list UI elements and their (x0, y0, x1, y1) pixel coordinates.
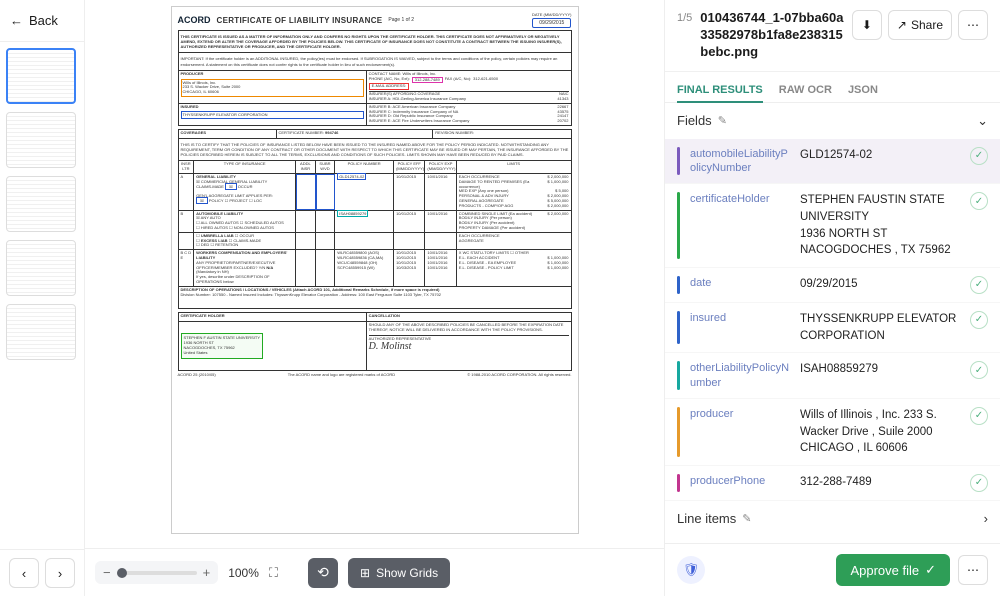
more-icon: ⋯ (967, 18, 979, 32)
lineitems-section-header[interactable]: Line items ✎ (665, 501, 1000, 536)
field-value: GLD12574-02 (800, 147, 960, 164)
check-icon: ✓ (925, 562, 936, 578)
thumbnail-1[interactable] (6, 48, 76, 104)
field-row-insured[interactable]: insured THYSSENKRUPP ELEVATOR CORPORATIO… (665, 303, 1000, 353)
field-key: producer (690, 407, 790, 421)
thumbnail-strip (0, 42, 84, 549)
prev-page-button[interactable] (9, 558, 39, 588)
certholder-label: CERTIFICATE HOLDER (181, 313, 225, 318)
document-viewport[interactable]: ACORD CERTIFICATE OF LIABILITY INSURANCE… (85, 0, 664, 548)
field-value: ISAH08859279 (800, 361, 960, 378)
shield-icon: 🛡 (677, 556, 705, 584)
chevron-right-icon (984, 511, 988, 526)
next-page-button[interactable] (45, 558, 75, 588)
back-label: Back (29, 13, 58, 28)
file-name: 010436744_1-07bba60a33582978b1fa8e238315… (700, 10, 844, 61)
doc-title: CERTIFICATE OF LIABILITY INSURANCE (217, 16, 383, 26)
zoom-level: 100% (228, 566, 259, 580)
grid-icon: ⊞ (360, 566, 370, 580)
tab-json[interactable]: JSON (848, 78, 878, 102)
field-row-producer-phone[interactable]: producerPhone 312-288-7489 ✓ (665, 466, 1000, 501)
check-icon[interactable]: ✓ (970, 311, 988, 329)
share-icon: ↗ (897, 18, 907, 32)
viewer-toolbar: − + 100% ⛶ ⟲ ⊞ Show Grids (85, 548, 664, 596)
coverages-blurb: THIS IS TO CERTIFY THAT THE POLICIES OF … (179, 141, 571, 159)
zoom-slider[interactable] (117, 571, 197, 575)
chevron-down-icon (977, 113, 988, 129)
field-key: date (690, 276, 790, 290)
field-row-producer[interactable]: producer Wills of Illinois , Inc. 233 S.… (665, 399, 1000, 466)
fullscreen-button[interactable]: ⛶ (269, 565, 278, 581)
check-icon[interactable]: ✓ (970, 147, 988, 165)
thumbnail-5[interactable] (6, 304, 76, 360)
footer-more-button[interactable]: ⋯ (958, 555, 988, 585)
fields-section-header[interactable]: Fields ✎ (665, 103, 1000, 139)
certholder-block: STEPHEN F AUSTIN STATE UNIVERSITY1936 NO… (181, 333, 264, 358)
approve-label: Approve file (850, 563, 919, 578)
producer-block: Wills of Illinois, Inc. 233 S. Wacker Dr… (181, 79, 364, 97)
field-value: 09/29/2015 (800, 276, 960, 293)
field-key: certificateHolder (690, 192, 790, 206)
field-key: insured (690, 311, 790, 325)
check-icon[interactable]: ✓ (970, 361, 988, 379)
field-value: 312-288-7489 (800, 474, 960, 491)
more-button[interactable]: ⋯ (958, 10, 988, 40)
chevron-right-icon (58, 566, 62, 581)
edit-lineitems-icon[interactable]: ✎ (742, 512, 751, 525)
field-value: STEPHEN FAUSTIN STATE UNIVERSITY 1936 NO… (800, 192, 960, 259)
field-key: otherLiabilityPolicyNumber (690, 361, 790, 390)
fields-list: automobileLiabilityPolicyNumber GLD12574… (665, 139, 1000, 543)
email-hl: E-MAIL ADDRESS: (369, 83, 410, 90)
disclaimer-1: THIS CERTIFICATE IS ISSUED AS A MATTER O… (179, 33, 571, 51)
show-grids-button[interactable]: ⊞ Show Grids (348, 558, 450, 588)
coverages-label: COVERAGES (181, 130, 207, 135)
insured-label: INSURED (181, 104, 199, 109)
tab-raw-ocr[interactable]: RAW OCR (779, 78, 832, 102)
thumbnail-3[interactable] (6, 176, 76, 232)
approve-file-button[interactable]: Approve file ✓ (836, 554, 950, 586)
field-row-date[interactable]: date 09/29/2015 ✓ (665, 268, 1000, 303)
signature: D. Molinst (369, 341, 569, 353)
zoom-in-button[interactable]: + (203, 565, 211, 580)
thumbnail-2[interactable] (6, 112, 76, 168)
chevron-left-icon (22, 566, 26, 581)
field-row-auto-policy[interactable]: automobileLiabilityPolicyNumber GLD12574… (665, 139, 1000, 185)
phone-hl: 312-288-7489 (412, 77, 443, 84)
arrow-left-icon: ← (10, 13, 23, 28)
share-label: Share (911, 18, 943, 32)
tab-final-results[interactable]: FINAL RESULTS (677, 78, 763, 102)
download-icon: ⬇ (862, 18, 872, 32)
field-row-other-policy[interactable]: otherLiabilityPolicyNumber ISAH08859279 … (665, 353, 1000, 399)
field-key: automobileLiabilityPolicyNumber (690, 147, 790, 176)
check-icon[interactable]: ✓ (970, 276, 988, 294)
edit-fields-icon[interactable]: ✎ (718, 114, 727, 127)
document-page: ACORD CERTIFICATE OF LIABILITY INSURANCE… (171, 6, 579, 534)
doc-date: 09/29/2015 (532, 18, 571, 28)
thumbnail-4[interactable] (6, 240, 76, 296)
check-icon[interactable]: ✓ (970, 474, 988, 492)
field-row-certificate-holder[interactable]: certificateHolder STEPHEN FAUSTIN STATE … (665, 184, 1000, 268)
producer-label: PRODUCER (181, 71, 204, 76)
color-bar (677, 147, 680, 176)
acord-logo: ACORD (178, 15, 211, 26)
lineitems-title: Line items (677, 511, 736, 526)
field-value: Wills of Illinois , Inc. 233 S. Wacker D… (800, 407, 960, 457)
share-button[interactable]: ↗ Share (888, 10, 952, 40)
more-icon: ⋯ (967, 563, 979, 577)
rotate-button[interactable]: ⟲ (308, 558, 338, 588)
page-count: Page 1 of 2 (388, 17, 414, 23)
fields-title: Fields (677, 113, 712, 128)
page-indicator: 1/5 (677, 12, 692, 24)
back-button[interactable]: ← Back (0, 0, 84, 42)
check-icon[interactable]: ✓ (970, 192, 988, 210)
download-button[interactable]: ⬇ (852, 10, 882, 40)
insured-block: THYSSENKRUPP ELEVATOR CORPORATION (181, 111, 364, 120)
check-icon[interactable]: ✓ (970, 407, 988, 425)
grid-label: Show Grids (376, 566, 438, 580)
field-value: THYSSENKRUPP ELEVATOR CORPORATION (800, 311, 960, 344)
disclaimer-2: IMPORTANT: If the certificate holder is … (179, 55, 571, 67)
field-key: producerPhone (690, 474, 790, 488)
zoom-out-button[interactable]: − (103, 565, 111, 580)
